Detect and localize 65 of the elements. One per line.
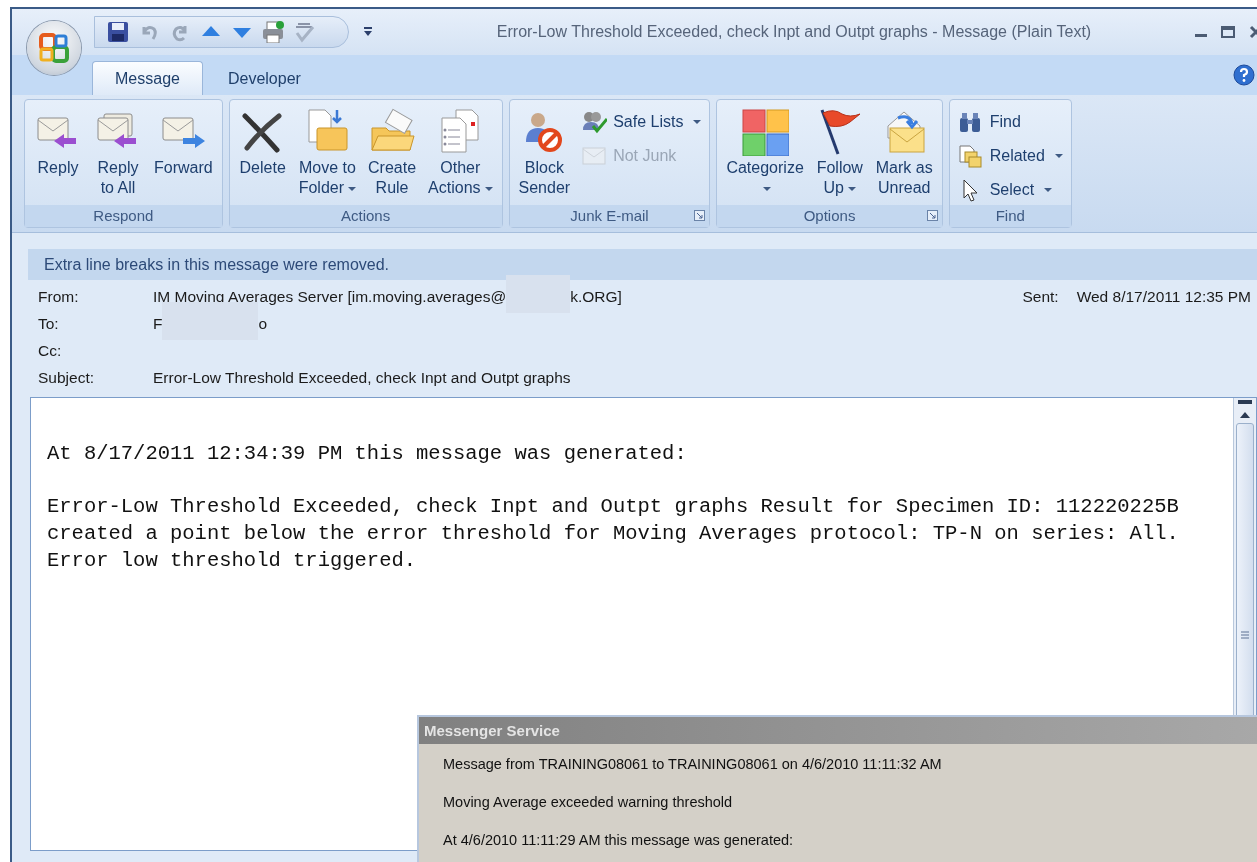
grip-icon: [1241, 630, 1249, 639]
header-label: Cc:: [38, 341, 63, 360]
maximize-icon[interactable]: [1221, 26, 1235, 38]
ribbon-button[interactable]: Reply: [29, 104, 87, 205]
header-value: Wed 8/17/2011 12:35 PM: [1076, 287, 1251, 306]
group-label: Options: [803, 207, 856, 224]
dialog-text: At 4/6/2010 11:11:29 AM this message was generated:: [443, 831, 795, 850]
printer-icon[interactable]: [262, 21, 284, 43]
caret-icon: [1054, 154, 1063, 158]
header-value: k.ORG]: [570, 287, 622, 306]
help-icon[interactable]: [1233, 64, 1255, 86]
dialog-title: Messenger Service: [419, 717, 1257, 744]
people-check-icon: [581, 110, 608, 134]
caret-icon: [763, 186, 772, 191]
info-bar: Extra line breaks in this message were removed.: [28, 249, 1257, 280]
message-paragraph: Error-Low Threshold Exceeded, check Inpt and Outpt graphs Result for Specimen ID: 112220225B created a point below the error threshold for Moving Averages protocol: TP-N on series: All. Error low threshold triggered.: [47, 494, 1180, 574]
group-label: Junk E-mail: [570, 207, 649, 224]
ribbon-button[interactable]: Categorize: [721, 104, 809, 205]
caret-icon: [1044, 188, 1053, 192]
spelling-check-icon[interactable]: [293, 21, 315, 43]
dialog-text: Message from TRAINING08061 to TRAINING08061 on 4/6/2010 11:11:32 AM: [443, 755, 943, 774]
header-value: Error-Low Threshold Exceeded, check Inpt and Outpt graphs: [153, 368, 571, 387]
caret-icon: [484, 186, 493, 191]
ribbon-button[interactable]: Mark as Unread: [870, 104, 938, 205]
color-squares-icon: [741, 108, 790, 156]
ribbon-button[interactable]: Other Actions: [423, 104, 498, 205]
group-label: Respond: [93, 207, 154, 224]
header-value: F: [153, 314, 163, 333]
header-label: To:: [38, 314, 60, 333]
save-icon[interactable]: [107, 21, 129, 43]
ribbon-button[interactable]: Reply to All: [89, 104, 147, 205]
ribbon-button[interactable]: Find: [953, 108, 1067, 136]
ribbon-button[interactable]: Delete: [233, 104, 292, 205]
caret-icon: [848, 186, 856, 191]
ribbon-button[interactable]: Block Sender: [513, 104, 576, 205]
envelope-icon: [581, 144, 608, 168]
customize-menu-icon[interactable]: [363, 26, 373, 38]
ribbon-button[interactable]: Select: [953, 176, 1067, 204]
ribbon-button[interactable]: Move to Folder: [293, 104, 362, 205]
caret-icon: [693, 120, 702, 124]
split-handle-icon[interactable]: [1238, 400, 1252, 405]
dialog-text: Moving Average exceeded warning threshold: [443, 793, 734, 812]
group-label: Find: [995, 207, 1025, 224]
ribbon-button[interactable]: Safe Lists: [577, 108, 706, 136]
office-logo-icon: [39, 33, 69, 63]
header-label: Subject:: [38, 368, 95, 387]
ribbon-button[interactable]: Related: [953, 142, 1067, 170]
ribbon-button[interactable]: Follow Up: [810, 104, 869, 205]
window-title: Error-Low Threshold Exceeded, check Inpt and Outpt graphs - Message (Plain Text): [495, 23, 1093, 41]
message-paragraph: At 8/17/2011 12:34:39 PM this message was generated:: [47, 441, 688, 467]
dialog-launcher-icon[interactable]: [694, 210, 706, 221]
redaction-block: [506, 274, 571, 313]
up-arrow-icon[interactable]: [1239, 411, 1251, 419]
ribbon-button[interactable]: Forward: [149, 104, 218, 205]
header-label: From:: [38, 287, 80, 306]
caret-icon: [348, 186, 357, 191]
ribbon-tab[interactable]: Message: [92, 61, 203, 95]
ribbon-tab[interactable]: Developer: [204, 61, 324, 95]
header-label: Sent:: [1022, 287, 1059, 306]
header-value: o: [258, 314, 268, 333]
group-label: Actions: [341, 207, 391, 224]
documents-icon: [957, 144, 984, 168]
header-value: IM Moving Averages Server [im.moving.averages@: [153, 287, 507, 306]
dialog-launcher-icon[interactable]: [926, 210, 938, 221]
ribbon-button[interactable]: Create Rule: [363, 104, 422, 205]
